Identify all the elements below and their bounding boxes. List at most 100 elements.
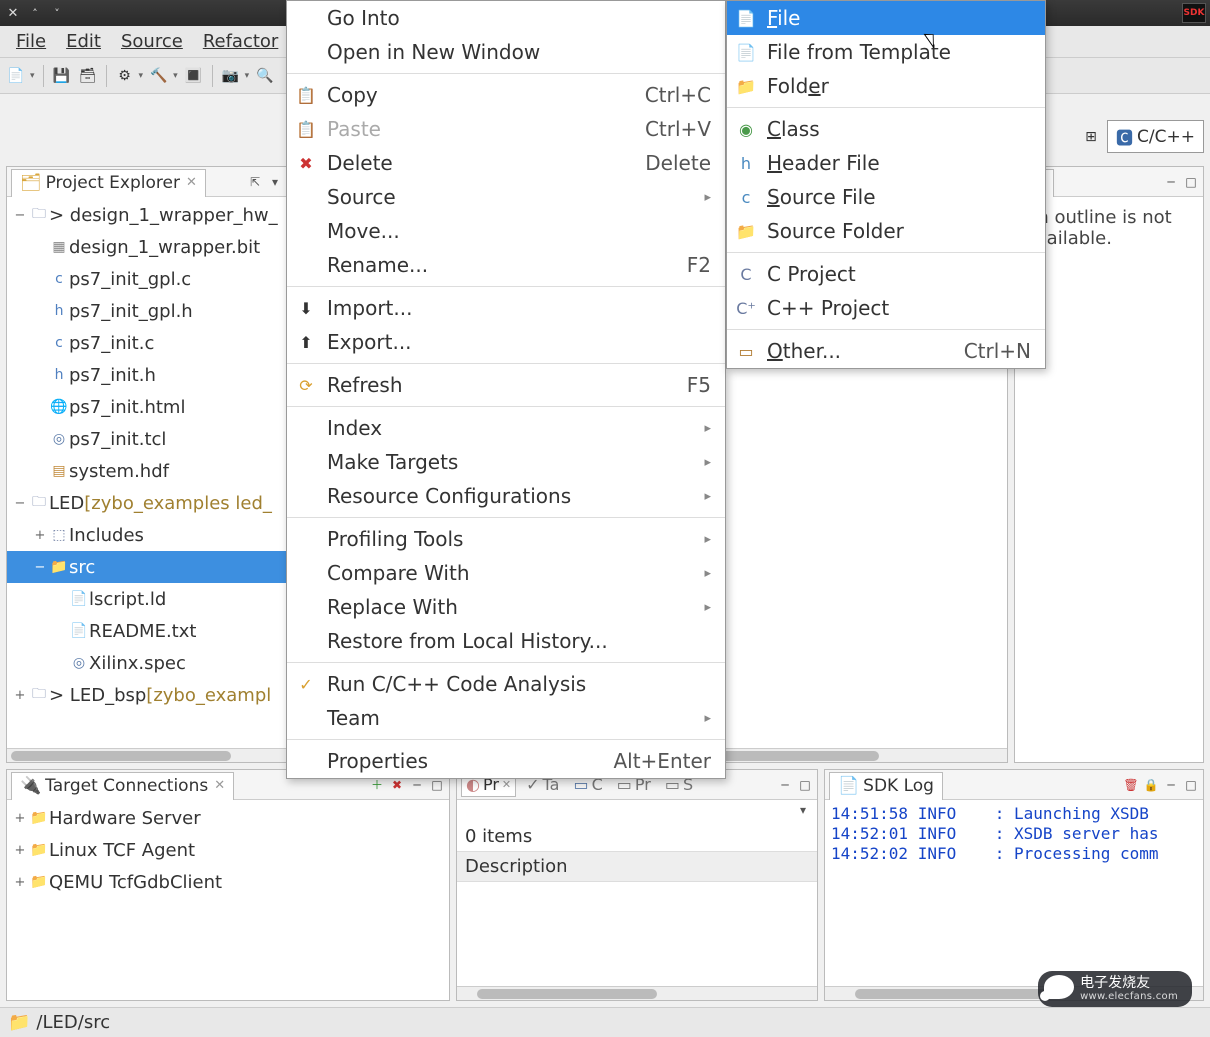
context-menu-item[interactable]: hHeader File <box>727 146 1045 180</box>
h-scrollbar[interactable] <box>457 986 817 1000</box>
menu-edit[interactable]: Edit <box>58 27 109 56</box>
column-header[interactable]: Description <box>457 851 817 882</box>
tree-item[interactable]: hps7_init.h <box>7 359 287 391</box>
fpga-button[interactable]: 🔳 <box>184 66 204 86</box>
window-minimize-button[interactable]: ˅ <box>48 4 66 22</box>
camera-button[interactable]: 📷 <box>221 66 241 86</box>
tree-item[interactable]: +🗀> LED_bsp [zybo_exampl <box>7 679 287 711</box>
tree-item[interactable]: −🗀LED [zybo_examples led_ <box>7 487 287 519</box>
menu-refactor[interactable]: Refactor <box>195 27 287 56</box>
save-all-button[interactable]: 🗃 <box>78 66 98 86</box>
tree-item[interactable]: ◎ps7_init.tcl <box>7 423 287 455</box>
twisty-icon[interactable]: + <box>31 528 49 543</box>
maximize-button[interactable]: □ <box>797 777 813 793</box>
tree-item[interactable]: 📄lscript.ld <box>7 583 287 615</box>
twisty-icon[interactable]: − <box>11 208 29 223</box>
menu-item-label: File from Template <box>767 40 1031 64</box>
context-menu-item[interactable]: cSource File <box>727 180 1045 214</box>
context-menu-item[interactable]: Team▸ <box>287 701 725 735</box>
twisty-icon[interactable]: − <box>31 560 49 575</box>
context-menu-item[interactable]: Index▸ <box>287 411 725 445</box>
search-button[interactable]: 🔍 <box>255 66 275 86</box>
context-menu-item[interactable]: ⬇Import... <box>287 291 725 325</box>
close-icon[interactable]: ✕ <box>214 778 225 793</box>
twisty-icon[interactable]: + <box>11 843 29 858</box>
twisty-icon[interactable]: + <box>11 811 29 826</box>
save-button[interactable]: 💾 <box>52 66 72 86</box>
menu-item-label: Source Folder <box>767 219 1031 243</box>
maximize-button[interactable]: □ <box>1183 174 1199 190</box>
context-menu-item[interactable]: PropertiesAlt+Enter <box>287 744 725 778</box>
context-menu-item[interactable]: Make Targets▸ <box>287 445 725 479</box>
minimize-button[interactable]: ─ <box>1163 174 1179 190</box>
context-menu-item[interactable]: Resource Configurations▸ <box>287 479 725 513</box>
perspective-c-cpp[interactable]: 🅲 C/C++ <box>1107 120 1204 153</box>
context-menu-item[interactable]: Profiling Tools▸ <box>287 522 725 556</box>
context-menu-item[interactable]: Replace With▸ <box>287 590 725 624</box>
context-menu-item[interactable]: 📁Source Folder <box>727 214 1045 248</box>
context-menu-item[interactable]: Restore from Local History... <box>287 624 725 658</box>
tree-item[interactable]: ◎Xilinx.spec <box>7 647 287 679</box>
close-icon[interactable]: ✕ <box>186 175 197 190</box>
window-close-button[interactable]: ✕ <box>4 4 22 22</box>
twisty-icon[interactable]: − <box>11 496 29 511</box>
context-menu-item[interactable]: ✖DeleteDelete <box>287 146 725 180</box>
context-menu-item[interactable]: ⟳RefreshF5 <box>287 368 725 402</box>
maximize-button[interactable]: □ <box>1183 777 1199 793</box>
tab-sdk-log[interactable]: 📄 SDK Log <box>829 772 943 800</box>
chevron-down-icon[interactable]: ▾ <box>173 71 178 81</box>
tree-item[interactable]: hps7_init_gpl.h <box>7 295 287 327</box>
tree-item[interactable]: cps7_init.c <box>7 327 287 359</box>
export-log-button[interactable]: 🔒 <box>1143 777 1159 793</box>
context-menu-item[interactable]: 📄File <box>727 1 1045 35</box>
clear-log-button[interactable]: 🗑 <box>1123 777 1139 793</box>
hammer-button[interactable]: 🔨 <box>149 66 169 86</box>
tree-item[interactable]: −📁src <box>7 551 287 583</box>
context-menu-item[interactable]: CC Project <box>727 257 1045 291</box>
context-menu-item[interactable]: Go Into <box>287 1 725 35</box>
tree-item[interactable]: +📁Hardware Server <box>7 802 449 834</box>
twisty-icon[interactable]: + <box>11 875 29 890</box>
context-menu-item[interactable]: Compare With▸ <box>287 556 725 590</box>
context-menu-item[interactable]: Rename...F2 <box>287 248 725 282</box>
tree-item[interactable]: 📄README.txt <box>7 615 287 647</box>
chevron-down-icon[interactable]: ▾ <box>245 71 250 81</box>
view-menu-button[interactable]: ▾ <box>267 174 283 190</box>
menu-file[interactable]: File <box>8 27 54 56</box>
open-perspective-button[interactable]: ⊞ <box>1081 127 1101 147</box>
tree-item[interactable]: ▦design_1_wrapper.bit <box>7 231 287 263</box>
chevron-down-icon[interactable]: ▾ <box>30 71 35 81</box>
tree-item[interactable]: 🌐ps7_init.html <box>7 391 287 423</box>
context-menu-item[interactable]: 📁Folder <box>727 69 1045 103</box>
chevron-down-icon[interactable]: ▾ <box>139 71 144 81</box>
context-menu-item[interactable]: Move... <box>287 214 725 248</box>
context-menu-item[interactable]: 📋CopyCtrl+C <box>287 78 725 112</box>
tree-item[interactable]: ▤system.hdf <box>7 455 287 487</box>
context-menu-item[interactable]: Open in New Window <box>287 35 725 69</box>
tab-project-explorer[interactable]: 🗂 Project Explorer ✕ <box>11 169 206 197</box>
new-button[interactable]: 📄 <box>6 66 26 86</box>
context-menu-item[interactable]: ✓Run C/C++ Code Analysis <box>287 667 725 701</box>
tree-item[interactable]: −🗀> design_1_wrapper_hw_ <box>7 199 287 231</box>
tree-item[interactable]: +📁QEMU TcfGdbClient <box>7 866 449 898</box>
tree-item[interactable]: +📁Linux TCF Agent <box>7 834 449 866</box>
menu-source[interactable]: Source <box>113 27 191 56</box>
context-menu-item[interactable]: Source▸ <box>287 180 725 214</box>
context-menu-item[interactable]: ▭Other...Ctrl+N <box>727 334 1045 368</box>
context-menu-item[interactable]: 📄File from Template <box>727 35 1045 69</box>
tree-item[interactable]: cps7_init_gpl.c <box>7 263 287 295</box>
window-maximize-button[interactable]: ˄ <box>26 4 44 22</box>
tab-target-connections[interactable]: 🔌 Target Connections ✕ <box>11 772 234 800</box>
hfile-icon: h <box>49 303 69 319</box>
tree-item[interactable]: +⬚Includes <box>7 519 287 551</box>
context-menu-item[interactable]: ◉Class <box>727 112 1045 146</box>
build-button[interactable]: ⚙ <box>115 66 135 86</box>
twisty-icon[interactable]: + <box>11 688 29 703</box>
minimize-button[interactable]: ─ <box>777 777 793 793</box>
context-menu-item[interactable]: C⁺C++ Project <box>727 291 1045 325</box>
collapse-all-button[interactable]: ⇱ <box>247 174 263 190</box>
context-menu-item[interactable]: ⬆Export... <box>287 325 725 359</box>
view-menu-button[interactable]: ▾ <box>795 802 811 818</box>
h-scrollbar[interactable] <box>7 748 287 762</box>
minimize-button[interactable]: ─ <box>1163 777 1179 793</box>
